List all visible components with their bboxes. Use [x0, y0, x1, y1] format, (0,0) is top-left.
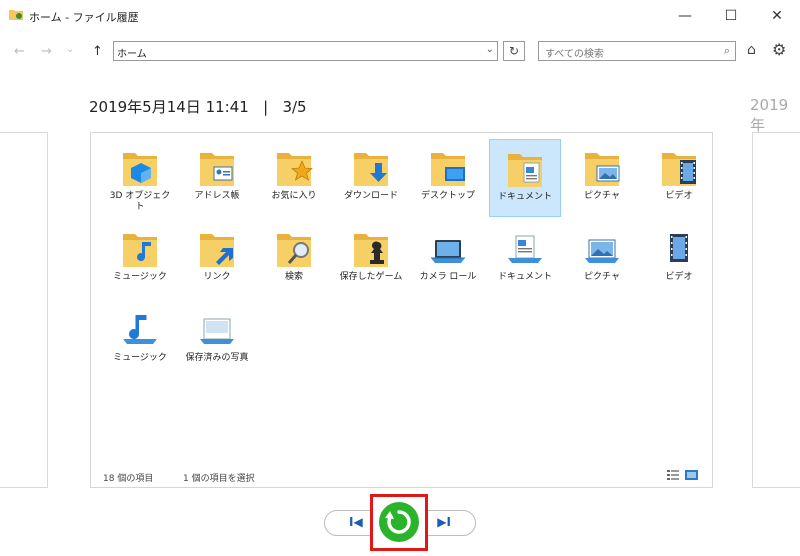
favorites-folder-icon — [277, 153, 313, 186]
links-folder-icon — [200, 234, 234, 267]
gear-icon[interactable]: ⚙ — [772, 40, 786, 59]
close-button[interactable]: ✕ — [754, 0, 800, 32]
folder-item[interactable]: ミュージック — [104, 220, 176, 298]
music-library-icon — [123, 315, 157, 344]
saved-games-folder-icon — [354, 234, 388, 267]
previous-version-button[interactable]: I◀ — [349, 515, 363, 529]
folder-item[interactable]: ピクチャ — [566, 220, 638, 298]
search-placeholder: すべての検索 — [545, 49, 604, 60]
large-icons-view-icon[interactable] — [685, 470, 698, 480]
pictures-library-icon — [585, 239, 619, 263]
title-bar: ホーム - ファイル履歴 — ☐ ✕ — [0, 0, 800, 32]
contacts-folder-icon — [200, 153, 234, 186]
file-grid-panel: 3D オブジェクト アドレス帳 お気に入り ダウンロード デスクトップ ドキュメント ピクチ… — [90, 132, 713, 488]
folder-item[interactable]: 保存済みの写真 — [181, 301, 253, 379]
folder-item-label: ピクチャ — [584, 272, 620, 282]
folder-item[interactable]: ミュージック — [104, 301, 176, 379]
folder-item-label: ミュージック — [113, 272, 167, 282]
folder-item[interactable]: 保存したゲーム — [335, 220, 407, 298]
folder-item-label: 保存済みの写真 — [185, 353, 249, 363]
folder-item-label: ドキュメント — [497, 272, 552, 282]
snapshot-date-title: 2019年5月14日 11:41 | 3/5 — [89, 98, 307, 116]
forward-arrow-icon[interactable]: → — [41, 44, 52, 59]
folder-item-label: ビデオ — [665, 191, 693, 201]
folder-item-label: ビデオ — [665, 272, 693, 282]
recent-locations-icon[interactable]: ⌄ — [66, 44, 74, 55]
3d-objects-folder-icon — [123, 153, 157, 186]
search-input[interactable]: すべての検索 ⌕ — [538, 41, 736, 61]
pictures-folder-icon — [585, 153, 620, 186]
camera-roll-library-icon — [431, 240, 465, 263]
documents-folder-icon — [508, 154, 542, 187]
folder-item[interactable]: アドレス帳 — [181, 139, 253, 217]
folder-item[interactable]: 検索 — [258, 220, 330, 298]
file-history-app-icon — [9, 10, 23, 20]
next-snapshot-panel[interactable] — [752, 132, 800, 488]
up-arrow-icon[interactable]: ↑ — [92, 44, 103, 59]
folder-item[interactable]: カメラ ロール — [412, 220, 484, 298]
folder-item-label: 保存したゲーム — [339, 272, 403, 282]
address-bar[interactable]: ホーム ⌄ — [113, 41, 498, 61]
music-folder-icon — [123, 234, 157, 267]
folder-item-label: ミュージック — [113, 353, 167, 363]
restore-icon — [385, 510, 411, 534]
minimize-button[interactable]: — — [662, 0, 708, 32]
folder-item[interactable]: デスクトップ — [412, 139, 484, 217]
saved-pictures-library-icon — [200, 318, 234, 344]
searches-folder-icon — [277, 234, 311, 267]
folder-item-label: 3D オブジェクト — [109, 191, 171, 212]
downloads-folder-icon — [354, 153, 388, 186]
folder-item-label: リンク — [203, 272, 231, 282]
restore-highlight-box — [370, 494, 428, 551]
folder-item-label: 検索 — [284, 272, 303, 282]
folder-item[interactable]: ピクチャ — [566, 139, 638, 217]
refresh-button[interactable]: ↻ — [503, 41, 525, 61]
previous-snapshot-panel[interactable] — [0, 132, 48, 488]
folder-item[interactable]: ドキュメント — [489, 139, 561, 217]
window-title: ホーム - ファイル履歴 — [29, 11, 139, 24]
folder-item-label: アドレス帳 — [194, 191, 240, 201]
folder-item-label: デスクトップ — [420, 191, 475, 201]
selected-count-label: 1 個の項目を選択 — [183, 474, 255, 484]
documents-library-icon — [508, 235, 542, 263]
folder-item[interactable]: ダウンロード — [335, 139, 407, 217]
back-arrow-icon[interactable]: ← — [14, 44, 25, 59]
folder-item-label: ドキュメント — [497, 192, 552, 202]
address-text: ホーム — [117, 49, 147, 60]
folder-item[interactable]: 3D オブジェクト — [104, 139, 176, 217]
folder-item-label: お気に入り — [271, 191, 317, 201]
folder-item[interactable]: ドキュメント — [489, 220, 561, 298]
folder-item[interactable]: お気に入り — [258, 139, 330, 217]
videos-library-icon — [670, 234, 688, 262]
next-version-button[interactable]: ▶I — [437, 515, 451, 529]
details-view-icon[interactable] — [667, 470, 679, 480]
restore-button[interactable] — [379, 502, 419, 542]
item-count-label: 18 個の項目 — [103, 474, 154, 484]
maximize-button[interactable]: ☐ — [708, 0, 754, 32]
folder-item[interactable]: ビデオ — [643, 139, 715, 217]
folder-item-label: ピクチャ — [584, 191, 620, 201]
videos-folder-icon — [662, 153, 696, 186]
folder-item-label: ダウンロード — [343, 191, 398, 201]
folder-item-label: カメラ ロール — [419, 272, 477, 282]
next-snapshot-title[interactable]: 2019年 — [750, 96, 800, 135]
search-icon[interactable]: ⌕ — [724, 44, 730, 58]
desktop-folder-icon — [431, 153, 465, 186]
folder-item[interactable]: ビデオ — [643, 220, 715, 298]
folder-item[interactable]: リンク — [181, 220, 253, 298]
chevron-down-icon[interactable]: ⌄ — [486, 44, 494, 55]
home-icon[interactable]: ⌂ — [747, 42, 756, 58]
